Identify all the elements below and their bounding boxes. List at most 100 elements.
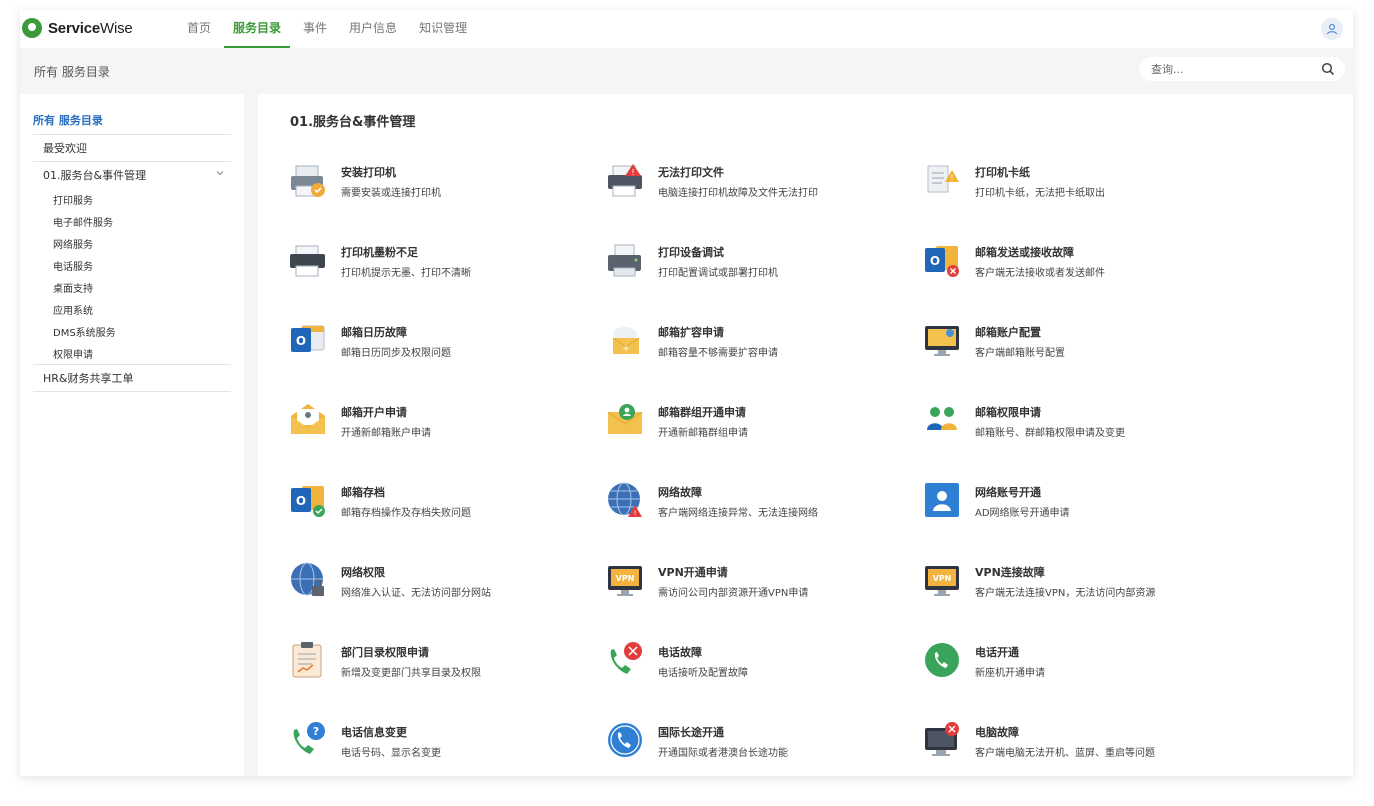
service-title: 打印机墨粉不足 bbox=[341, 246, 418, 259]
sidebar-item-hr-finance[interactable]: HR&财务共享工单 bbox=[33, 364, 231, 392]
service-card[interactable]: 部门目录权限申请 新增及变更部门共享目录及权限 bbox=[288, 636, 605, 716]
international-call-icon bbox=[605, 720, 645, 760]
service-card[interactable]: 邮箱开户申请 开通新邮箱账户申请 bbox=[288, 396, 605, 476]
service-title: 网络账号开通 bbox=[975, 486, 1041, 499]
service-card[interactable]: ? 电话信息变更 电话号码、显示名变更 bbox=[288, 716, 605, 776]
service-title: 安装打印机 bbox=[341, 166, 396, 179]
service-card[interactable]: + 邮箱扩容申请 邮箱容量不够需要扩容申请 bbox=[605, 316, 922, 396]
service-card[interactable]: 邮箱权限申请 邮箱账号、群邮箱权限申请及变更 bbox=[922, 396, 1239, 476]
section-title: 01.服务台&事件管理 bbox=[290, 115, 416, 130]
service-card[interactable]: 国际长途开通 开通国际或者港澳台长途功能 bbox=[605, 716, 922, 776]
logo-icon bbox=[22, 18, 42, 38]
service-card[interactable]: 邮箱账户配置 客户端邮箱账号配置 bbox=[922, 316, 1239, 396]
network-error-icon: ! bbox=[605, 480, 645, 520]
service-card[interactable]: 网络权限 网络准入认证、无法访问部分网站 bbox=[288, 556, 605, 636]
service-desc: 客户端电脑无法开机、蓝屏、重启等问题 bbox=[975, 748, 1155, 759]
catalog-sidebar: 所有 服务目录 最受欢迎 01.服务台&事件管理 打印服务 电子邮件服务 网络服… bbox=[20, 94, 244, 776]
service-card[interactable]: ! 无法打印文件 电脑连接打印机故障及文件无法打印 bbox=[605, 156, 922, 236]
service-title: 国际长途开通 bbox=[658, 726, 724, 739]
service-card[interactable]: O 邮箱存档 邮箱存档操作及存档失败问题 bbox=[288, 476, 605, 556]
service-desc: 客户端网络连接异常、无法连接网络 bbox=[658, 508, 818, 519]
service-desc: 需访问公司内部资源开通VPN申请 bbox=[658, 588, 809, 599]
user-avatar-button[interactable] bbox=[1321, 18, 1343, 40]
mailbox-expand-icon: + bbox=[605, 320, 645, 360]
service-title: 邮箱日历故障 bbox=[341, 326, 407, 339]
svg-text:!: ! bbox=[634, 510, 637, 518]
service-card[interactable]: 网络账号开通 AD网络账号开通申请 bbox=[922, 476, 1239, 556]
service-desc: 开通新邮箱账户申请 bbox=[341, 428, 431, 439]
service-card[interactable]: 打印设备调试 打印配置调试或部署打印机 bbox=[605, 236, 922, 316]
clipboard-icon bbox=[288, 640, 328, 680]
service-card[interactable]: ! 网络故障 客户端网络连接异常、无法连接网络 bbox=[605, 476, 922, 556]
service-card[interactable]: 电话故障 电话接听及配置故障 bbox=[605, 636, 922, 716]
phone-open-icon bbox=[922, 640, 962, 680]
service-desc: 电话号码、显示名变更 bbox=[341, 748, 441, 759]
service-desc: 电脑连接打印机故障及文件无法打印 bbox=[658, 188, 818, 199]
printer-error-icon: ! bbox=[605, 160, 645, 200]
sidebar-subitem-phone[interactable]: 电话服务 bbox=[33, 254, 231, 276]
nav-tab-home[interactable]: 首页 bbox=[178, 10, 220, 48]
service-grid: 安装打印机 需要安装或连接打印机 ! 无法打印文件 电脑连接打印机故障及文件无法… bbox=[288, 156, 1239, 776]
sidebar-subitem-print[interactable]: 打印服务 bbox=[33, 188, 231, 210]
service-card[interactable]: ! 打印机卡纸 打印机卡纸，无法把卡纸取出 bbox=[922, 156, 1239, 236]
user-icon bbox=[1326, 24, 1338, 35]
breadcrumb: 所有 服务目录 bbox=[34, 65, 110, 79]
sidebar-title-all-catalog[interactable]: 所有 服务目录 bbox=[33, 112, 231, 135]
nav-tab-service-catalog[interactable]: 服务目录 bbox=[224, 10, 291, 48]
nav-tab-knowledge[interactable]: 知识管理 bbox=[410, 10, 476, 48]
svg-text:VPN: VPN bbox=[616, 574, 635, 583]
sidebar-subitem-permission[interactable]: 权限申请 bbox=[33, 342, 231, 364]
mail-permission-icon bbox=[922, 400, 962, 440]
catalog-content: 01.服务台&事件管理 安装打印机 需要安装或连接打印机 ! 无法打印文件 电脑… bbox=[258, 94, 1353, 776]
service-card[interactable]: O 邮箱发送或接收故障 客户端无法接收或者发送邮件 bbox=[922, 236, 1239, 316]
top-navbar: ServiceWise 首页 服务目录 事件 用户信息 知识管理 bbox=[20, 10, 1353, 48]
service-title: VPN开通申请 bbox=[658, 566, 728, 579]
sidebar-subitem-email[interactable]: 电子邮件服务 bbox=[33, 210, 231, 232]
search-input[interactable] bbox=[1139, 57, 1309, 81]
service-card[interactable]: O 邮箱日历故障 邮箱日历同步及权限问题 bbox=[288, 316, 605, 396]
search-box bbox=[1139, 57, 1345, 81]
svg-text:O: O bbox=[930, 254, 940, 268]
service-desc: AD网络账号开通申请 bbox=[975, 508, 1070, 519]
paper-jam-icon: ! bbox=[922, 160, 962, 200]
printer-install-icon bbox=[288, 160, 328, 200]
mail-open-account-icon bbox=[288, 400, 328, 440]
chevron-down-icon[interactable] bbox=[215, 168, 225, 178]
service-title: 网络权限 bbox=[341, 566, 385, 579]
svg-text:O: O bbox=[296, 334, 306, 348]
sidebar-subitem-desktop[interactable]: 桌面支持 bbox=[33, 276, 231, 298]
service-desc: 网络准入认证、无法访问部分网站 bbox=[341, 588, 491, 599]
service-desc: 电话接听及配置故障 bbox=[658, 668, 748, 679]
sidebar-subitem-network[interactable]: 网络服务 bbox=[33, 232, 231, 254]
service-card[interactable]: VPN VPN连接故障 客户端无法连接VPN，无法访问内部资源 bbox=[922, 556, 1239, 636]
search-icon[interactable] bbox=[1321, 62, 1335, 76]
service-card[interactable]: VPN VPN开通申请 需访问公司内部资源开通VPN申请 bbox=[605, 556, 922, 636]
service-title: 邮箱群组开通申请 bbox=[658, 406, 746, 419]
service-title: 电话开通 bbox=[975, 646, 1019, 659]
service-card[interactable]: 安装打印机 需要安装或连接打印机 bbox=[288, 156, 605, 236]
sidebar-subitem-apps[interactable]: 应用系统 bbox=[33, 298, 231, 320]
service-desc: 客户端无法连接VPN，无法访问内部资源 bbox=[975, 588, 1156, 599]
service-desc: 邮箱存档操作及存档失败问题 bbox=[341, 508, 471, 519]
service-title: 电话故障 bbox=[658, 646, 702, 659]
svg-text:O: O bbox=[296, 494, 306, 508]
computer-repair-icon bbox=[922, 720, 962, 760]
service-title: 邮箱开户申请 bbox=[341, 406, 407, 419]
service-card[interactable]: 电话开通 新座机开通申请 bbox=[922, 636, 1239, 716]
service-card[interactable]: 邮箱群组开通申请 开通新邮箱群组申请 bbox=[605, 396, 922, 476]
service-title: 邮箱存档 bbox=[341, 486, 385, 499]
sidebar-subitem-dms[interactable]: DMS系统服务 bbox=[33, 320, 231, 342]
outlook-archive-icon: O bbox=[288, 480, 328, 520]
nav-tab-incidents[interactable]: 事件 bbox=[294, 10, 336, 48]
service-title: 电话信息变更 bbox=[341, 726, 407, 739]
service-title: 部门目录权限申请 bbox=[341, 646, 429, 659]
nav-tab-user-info[interactable]: 用户信息 bbox=[340, 10, 406, 48]
svg-text:!: ! bbox=[950, 174, 953, 183]
service-desc: 新增及变更部门共享目录及权限 bbox=[341, 668, 481, 679]
service-card[interactable]: 打印机墨粉不足 打印机提示无墨、打印不清晰 bbox=[288, 236, 605, 316]
service-card[interactable]: 电脑故障 客户端电脑无法开机、蓝屏、重启等问题 bbox=[922, 716, 1239, 776]
network-account-icon bbox=[922, 480, 962, 520]
logo[interactable]: ServiceWise bbox=[22, 18, 133, 38]
sidebar-group-service-desk[interactable]: 01.服务台&事件管理 bbox=[33, 162, 231, 188]
sidebar-item-favorites[interactable]: 最受欢迎 bbox=[33, 135, 231, 162]
